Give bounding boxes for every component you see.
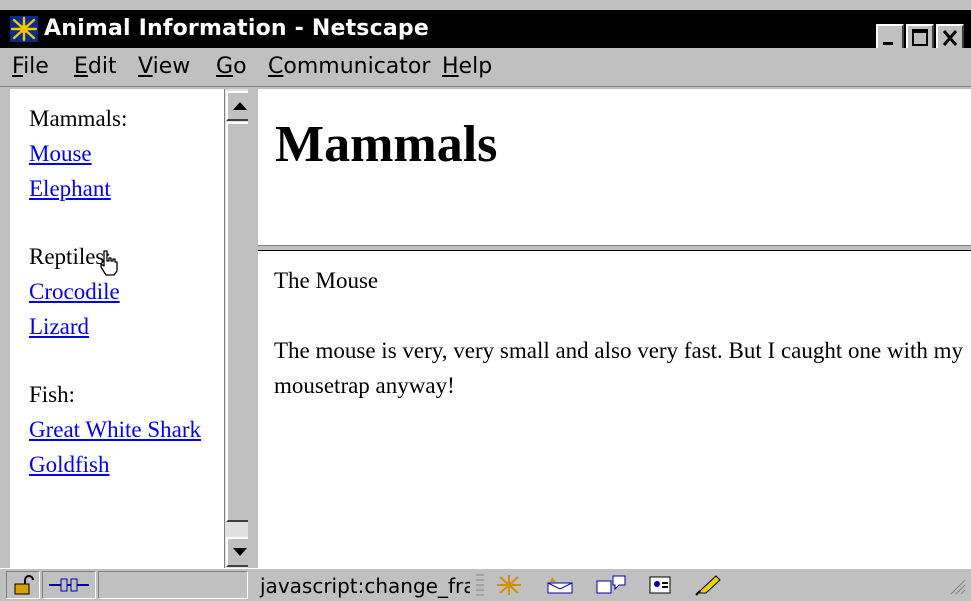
window-title: Animal Information - Netscape [44,16,429,41]
article: The Mouse The mouse is very, very small … [274,263,964,438]
discussions-icon[interactable] [594,573,628,597]
status-bar: javascript:change_frames('man [0,568,971,601]
nav-link-lizard[interactable]: Lizard [29,309,219,344]
minimize-icon [883,42,893,45]
menu-bar: File Edit View Go Communicator Help [0,48,971,87]
menu-view[interactable]: View [138,54,190,79]
menu-file[interactable]: File [12,54,49,79]
resize-grip-icon[interactable] [948,577,966,595]
title-bar: Animal Information - Netscape [0,10,971,52]
nav-heading: Mammals: [29,106,128,131]
connection-cell [42,571,96,599]
article-title: The Mouse [274,268,379,293]
navigator-icon[interactable] [494,573,524,597]
nav-link-crocodile[interactable]: Crocodile [29,274,219,309]
nav-group-reptiles: Reptiles: Crocodile Lizard [29,239,219,344]
nav-link-elephant[interactable]: Elephant [29,171,219,206]
nav-group-fish: Fish: Great White Shark Goldfish [29,377,219,482]
security-cell[interactable] [6,571,40,599]
nav-link-great-white-shark[interactable]: Great White Shark [29,412,219,447]
address-book-icon[interactable] [646,573,676,597]
menu-communicator[interactable]: Communicator [268,54,430,79]
connection-icon [49,578,89,592]
nav-heading: Reptiles: [29,244,111,269]
frameset: Mammals: Mouse Elephant Reptiles: Crocod… [0,87,971,569]
component-bar-grip-icon[interactable] [474,573,486,597]
animal-index: Mammals: Mouse Elephant Reptiles: Crocod… [29,101,219,515]
frame-divider-vertical[interactable] [248,87,258,568]
maximize-icon [912,29,928,46]
navigation-frame: Mammals: Mouse Elephant Reptiles: Crocod… [10,89,255,569]
menu-help[interactable]: Help [442,54,492,79]
nav-link-mouse[interactable]: Mouse [29,136,219,171]
content-frame: The Mouse The mouse is very, very small … [258,251,971,568]
progress-cell [98,571,248,599]
browser-window: Animal Information - Netscape File Edit … [0,0,971,601]
menu-go[interactable]: Go [216,54,247,79]
nav-link-goldfish[interactable]: Goldfish [29,447,219,482]
mailbox-icon[interactable] [544,573,576,597]
lock-icon [14,575,34,595]
page-title: Mammals [275,116,498,173]
nav-group-mammals: Mammals: Mouse Elephant [29,101,219,206]
status-message: javascript:change_frames('man [260,574,470,598]
menu-edit[interactable]: Edit [74,54,117,79]
close-icon [942,30,958,46]
article-body: The mouse is very, very small and also v… [274,338,963,398]
netscape-logo-icon [10,16,38,42]
hand-cursor-icon [100,250,118,276]
status-bar-spacer [732,571,968,599]
composer-icon[interactable] [694,573,724,597]
heading-frame: Mammals [258,89,971,245]
nav-heading: Fish: [29,382,76,407]
